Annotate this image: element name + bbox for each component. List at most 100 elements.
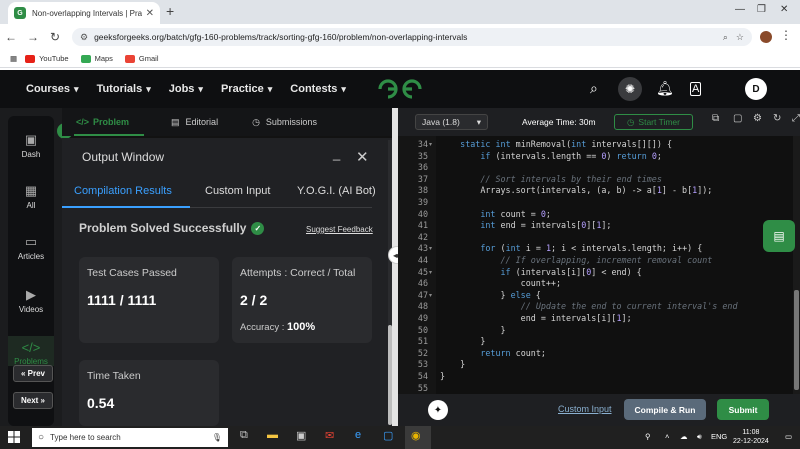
- zoom-icon[interactable]: ⌕: [723, 32, 728, 43]
- fold-icon[interactable]: ▾: [429, 292, 432, 299]
- site-info-icon[interactable]: ⚙: [80, 32, 88, 43]
- browser-profile-avatar[interactable]: [760, 31, 772, 43]
- sidebar-item-videos[interactable]: ▶ Videos: [8, 287, 54, 314]
- bookmark-maps[interactable]: Maps: [80, 54, 113, 63]
- expand-icon[interactable]: ⤢: [792, 113, 800, 124]
- nav-tutorials[interactable]: Tutorials ▾: [97, 83, 151, 95]
- bookmark-youtube[interactable]: YouTube: [25, 54, 69, 63]
- close-output-icon[interactable]: ✕: [356, 148, 369, 166]
- fold-icon[interactable]: ▾: [429, 245, 432, 252]
- nav-practice[interactable]: Practice ▾: [221, 83, 272, 95]
- tab-custom-input[interactable]: Custom Input: [205, 185, 270, 197]
- browser-tab[interactable]: G Non-overlapping Intervals | Pra ✕: [8, 2, 160, 24]
- tab-editorial[interactable]: ▤ Editorial: [171, 117, 218, 128]
- file-explorer-icon[interactable]: ▬: [267, 429, 278, 441]
- close-tab-icon[interactable]: ✕: [146, 8, 154, 19]
- close-window-icon[interactable]: ✕: [780, 4, 788, 15]
- sidebar-item-all[interactable]: ▦ All: [8, 183, 54, 210]
- input-language[interactable]: ENG: [711, 432, 727, 441]
- person-icon[interactable]: ⚲: [645, 432, 651, 441]
- windows-start-icon[interactable]: [8, 431, 20, 443]
- restore-icon[interactable]: ❐: [757, 4, 766, 15]
- edge-icon[interactable]: e: [355, 429, 361, 441]
- compile-run-button[interactable]: Compile & Run: [624, 399, 706, 420]
- custom-input-link[interactable]: Custom Input: [558, 404, 612, 414]
- prev-button[interactable]: « Prev: [13, 365, 53, 382]
- clock[interactable]: 11:08 22-12-2024: [733, 428, 769, 446]
- sidebar-item-articles[interactable]: ▭ Articles: [8, 234, 54, 261]
- sidebar-item-problems[interactable]: </> Problems: [8, 336, 54, 366]
- new-tab-icon[interactable]: +: [166, 3, 174, 19]
- task-view-icon[interactable]: ⧉: [240, 429, 248, 442]
- play-icon: ▶: [26, 287, 36, 302]
- hint-bulb-icon[interactable]: ✦: [428, 400, 448, 420]
- clock-date: 22-12-2024: [733, 438, 769, 445]
- start-timer-button[interactable]: ◷ Start Timer: [614, 114, 693, 130]
- microphone-icon: 🎙︎: [211, 433, 222, 442]
- maps-icon: [80, 54, 91, 63]
- timer-label: Start Timer: [638, 117, 680, 127]
- line-number: 44: [417, 255, 428, 265]
- bookmark-gmail[interactable]: Gmail: [124, 54, 159, 63]
- chat-fab-icon[interactable]: ▤: [763, 220, 795, 252]
- line-number: 41: [417, 220, 428, 231]
- timer-icon: ◷: [627, 116, 635, 127]
- line-number: 55: [417, 382, 428, 393]
- refresh-icon[interactable]: ↻: [773, 113, 781, 124]
- settings-icon[interactable]: ⚙: [753, 113, 762, 124]
- grid-icon: ▦: [24, 183, 38, 198]
- sidebar-item-dash[interactable]: ▣ Dash: [8, 132, 54, 159]
- search-icon[interactable]: ⌕: [590, 80, 598, 97]
- bookmark-star-icon[interactable]: ☆: [736, 32, 744, 43]
- apps-icon[interactable]: ▦: [10, 54, 17, 63]
- mail-icon[interactable]: ✉: [325, 429, 334, 442]
- minimize-icon[interactable]: —: [735, 4, 745, 15]
- suggest-feedback-link[interactable]: Suggest Feedback: [306, 225, 373, 234]
- clock-time: 11:08: [742, 429, 760, 436]
- code-line: // Update the end to current interval's …: [520, 301, 738, 312]
- browser-menu-icon[interactable]: ⋮: [780, 28, 792, 42]
- back-icon[interactable]: ←: [0, 30, 22, 44]
- submit-button[interactable]: Submit: [717, 399, 769, 420]
- reload-icon[interactable]: ↻: [44, 30, 66, 44]
- youtube-icon: [25, 54, 36, 63]
- tab-yogi-bot[interactable]: Y.O.G.I. (AI Bot): [297, 185, 376, 197]
- cloud-icon[interactable]: ☁: [680, 432, 688, 441]
- tray-chevron-icon[interactable]: ˄: [665, 432, 669, 441]
- forward-icon[interactable]: →: [22, 30, 44, 44]
- speaker-icon[interactable]: 🔊︎: [697, 432, 702, 442]
- tab-problem[interactable]: </> Problem: [76, 117, 129, 127]
- line-number: 53: [417, 359, 428, 370]
- taskbar-search[interactable]: ○ Type here to search 🎙︎: [32, 428, 228, 447]
- line-number: 36: [417, 162, 428, 173]
- user-avatar[interactable]: D: [745, 78, 767, 100]
- code-line: }: [440, 324, 506, 335]
- line-number: 43: [417, 243, 428, 254]
- fold-icon[interactable]: ▾: [429, 269, 432, 276]
- store-icon[interactable]: ▣: [296, 429, 306, 442]
- line-number: 39: [417, 197, 428, 207]
- tab-compilation-results[interactable]: Compilation Results: [74, 185, 172, 197]
- editor-scrollbar-thumb[interactable]: [794, 290, 799, 390]
- sidebar-item-label: Dash: [21, 150, 41, 159]
- accuracy-label: Accuracy :: [240, 322, 285, 333]
- notifications-icon[interactable]: ▭: [785, 432, 792, 441]
- theme-toggle-icon[interactable]: ✺: [618, 77, 642, 101]
- fold-icon[interactable]: ▾: [429, 141, 432, 148]
- language-select[interactable]: Java (1.8) ▾: [415, 114, 488, 130]
- next-button[interactable]: Next »: [13, 392, 53, 409]
- address-bar[interactable]: ⚙ geeksforgeeks.org/batch/gfg-160-proble…: [72, 28, 752, 46]
- tab-submissions[interactable]: ◷ Submissions: [252, 117, 317, 128]
- copy-icon[interactable]: ⧉: [712, 113, 719, 124]
- code-line: Arrays.sort(intervals, (a, b) -> a[1] - …: [440, 185, 713, 196]
- gfg-logo[interactable]: [377, 78, 423, 100]
- nav-courses[interactable]: Courses ▾: [26, 83, 79, 95]
- chevron-down-icon: ▾: [267, 83, 273, 94]
- translate-icon[interactable]: A: [690, 82, 702, 96]
- notification-bell-icon[interactable]: 🔔︎: [656, 80, 674, 97]
- minimize-output-icon[interactable]: _: [333, 146, 340, 161]
- nav-jobs[interactable]: Jobs ▾: [169, 83, 203, 95]
- reset-icon[interactable]: ▢: [733, 113, 742, 124]
- app-icon[interactable]: ▢: [383, 429, 393, 442]
- nav-contests[interactable]: Contests ▾: [290, 83, 346, 95]
